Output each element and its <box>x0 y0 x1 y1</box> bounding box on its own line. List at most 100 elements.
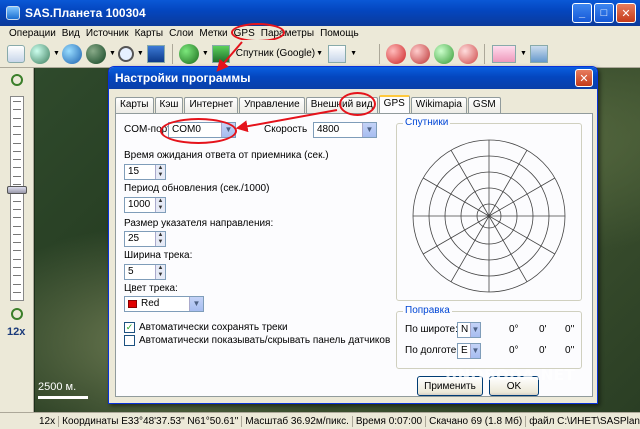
pointer-size-spinner[interactable]: 25 ▲ ▼ <box>124 231 166 247</box>
chevron-down-icon[interactable]: ▼ <box>202 50 209 57</box>
chevron-down-icon[interactable]: ▼ <box>350 50 357 57</box>
gps-marks-icon[interactable] <box>458 43 479 64</box>
sky-plot-spoke <box>422 177 490 217</box>
chevron-down-icon[interactable]: ▼ <box>53 50 60 57</box>
refresh-value: 1000 <box>128 199 151 210</box>
tab-maps[interactable]: Карты <box>115 97 154 113</box>
zoom-slider[interactable] <box>10 96 24 301</box>
zoom-tick <box>13 217 21 219</box>
refresh-spinner[interactable]: 1000 ▲ ▼ <box>124 197 166 213</box>
auto-sensor-panel-checkbox[interactable] <box>124 335 135 346</box>
menu-view[interactable]: Вид <box>59 28 83 39</box>
chevron-down-icon[interactable]: ▼ <box>470 323 480 337</box>
toolbar: ▼ ▼ ▼ ▼ Спутник (Google) ▼ ▼ ▼ <box>0 40 640 68</box>
timeout-value: 15 <box>128 166 140 177</box>
toolbar-separator <box>171 43 173 64</box>
chevron-down-icon[interactable]: ▼ <box>109 50 116 57</box>
zoom-tick <box>13 283 21 285</box>
timeout-spinner[interactable]: 15 ▲ ▼ <box>124 164 166 180</box>
menu-maps[interactable]: Карты <box>132 28 167 39</box>
timeout-label: Время ожидания ответа от приемника (сек.… <box>124 150 329 161</box>
zoom-tick <box>13 150 21 152</box>
tools-icon[interactable] <box>529 44 548 63</box>
tab-wikimapia[interactable]: Wikimapia <box>410 97 467 113</box>
map-layer-icon[interactable] <box>178 43 199 64</box>
app-icon <box>6 6 20 20</box>
gps-connect-icon[interactable] <box>386 43 407 64</box>
zoom-tick <box>13 109 21 111</box>
satellites-group: Спутники <box>396 117 582 301</box>
chevron-down-icon[interactable]: ▼ <box>520 50 527 57</box>
globe-dropdown-icon[interactable] <box>30 43 50 64</box>
sky-plot-spoke <box>488 177 556 217</box>
map-scale-label: 2500 м. <box>38 381 77 393</box>
chevron-down-icon[interactable]: ▼ <box>362 123 376 137</box>
map-source-label[interactable]: Спутник (Google) <box>236 48 315 59</box>
auto-sensor-panel-row[interactable]: Автоматически показывать/скрывать панель… <box>124 335 390 346</box>
earth-icon[interactable] <box>61 43 82 64</box>
window-titlebar: SAS.Планета 100304 _ □ ✕ <box>0 0 640 26</box>
tab-gps[interactable]: GPS <box>378 95 410 113</box>
chevron-down-icon[interactable]: ▼ <box>189 297 203 311</box>
zoom-out-icon[interactable] <box>11 308 23 320</box>
longitude-seconds: 0'' <box>565 345 575 356</box>
track-width-value: 5 <box>128 266 134 277</box>
close-button[interactable]: ✕ <box>616 3 636 23</box>
sky-plot-spoke <box>488 149 528 217</box>
track-color-value: Red <box>141 298 160 309</box>
maximize-button[interactable]: □ <box>594 3 614 23</box>
chevron-down-icon[interactable]: ▼ <box>137 50 144 57</box>
menu-bar: Операции Вид Источник Карты Слои Метки G… <box>0 26 640 40</box>
gps-track-icon[interactable] <box>410 43 431 64</box>
tab-cache[interactable]: Кэш <box>154 97 184 113</box>
zoom-tick <box>13 167 21 169</box>
zoom-tick <box>13 134 21 136</box>
menu-layers[interactable]: Слои <box>166 28 196 39</box>
track-width-spinner[interactable]: 5 ▲ ▼ <box>124 264 166 280</box>
layers-icon[interactable] <box>328 44 347 63</box>
hand-tool-icon[interactable] <box>7 44 25 63</box>
spinner-arrows-icon[interactable]: ▲ ▼ <box>155 165 165 179</box>
chevron-down-icon[interactable]: ▼ <box>470 344 480 358</box>
navigation-arrows-icon[interactable] <box>492 44 517 63</box>
status-bar: 12x Координаты E33°48'37.53" N61°50.61" … <box>0 412 640 429</box>
dark-globe-icon[interactable] <box>85 43 106 64</box>
chevron-down-icon[interactable]: ▼ <box>316 50 323 57</box>
zoom-tick <box>13 250 21 252</box>
zoom-slider-thumb[interactable] <box>7 186 27 194</box>
watermark-text: UNOBODA.NET <box>445 366 576 384</box>
latitude-degrees: 0° <box>509 324 519 335</box>
minimize-button[interactable]: _ <box>572 3 592 23</box>
track-color-select[interactable]: Red ▼ <box>124 296 204 312</box>
menu-help[interactable]: Помощь <box>317 28 362 39</box>
spinner-arrows-icon[interactable]: ▲ ▼ <box>155 265 165 279</box>
auto-save-tracks-row[interactable]: ✓ Автоматически сохранять треки <box>124 322 288 333</box>
longitude-hemisphere-select[interactable]: E ▼ <box>457 343 481 359</box>
spinner-arrows-icon[interactable]: ▲ ▼ <box>155 232 165 246</box>
annotation-oval-com-port <box>160 118 237 144</box>
settings-dialog: Настройки программы ✕ Карты Кэш Интернет… <box>108 66 598 404</box>
sky-plot-spoke <box>450 149 490 217</box>
latitude-hemisphere-select[interactable]: N ▼ <box>457 322 481 338</box>
dialog-close-button[interactable]: ✕ <box>575 69 593 87</box>
magnifier-icon[interactable] <box>117 45 134 62</box>
satellite-source-icon[interactable] <box>211 44 230 63</box>
tab-control[interactable]: Управление <box>239 97 305 113</box>
menu-operations[interactable]: Операции <box>6 28 59 39</box>
speed-select[interactable]: 4800 ▼ <box>313 122 377 138</box>
spinner-arrows-icon[interactable]: ▲ ▼ <box>155 198 165 212</box>
zoom-tick <box>13 242 21 244</box>
tab-gsm[interactable]: GSM <box>467 97 501 113</box>
zoom-tick <box>13 225 21 227</box>
tab-internet[interactable]: Интернет <box>184 97 239 113</box>
window-title: SAS.Планета 100304 <box>25 6 146 20</box>
refresh-label: Период обновления (сек./1000) <box>124 183 270 194</box>
menu-marks[interactable]: Метки <box>196 28 230 39</box>
image-export-icon[interactable] <box>146 44 165 63</box>
latitude-label: По широте: <box>405 324 458 335</box>
gps-center-icon[interactable] <box>434 43 455 64</box>
menu-source[interactable]: Источник <box>83 28 132 39</box>
auto-save-tracks-checkbox[interactable]: ✓ <box>124 322 135 333</box>
sky-plot-spoke <box>450 215 490 283</box>
zoom-in-icon[interactable] <box>11 74 23 86</box>
